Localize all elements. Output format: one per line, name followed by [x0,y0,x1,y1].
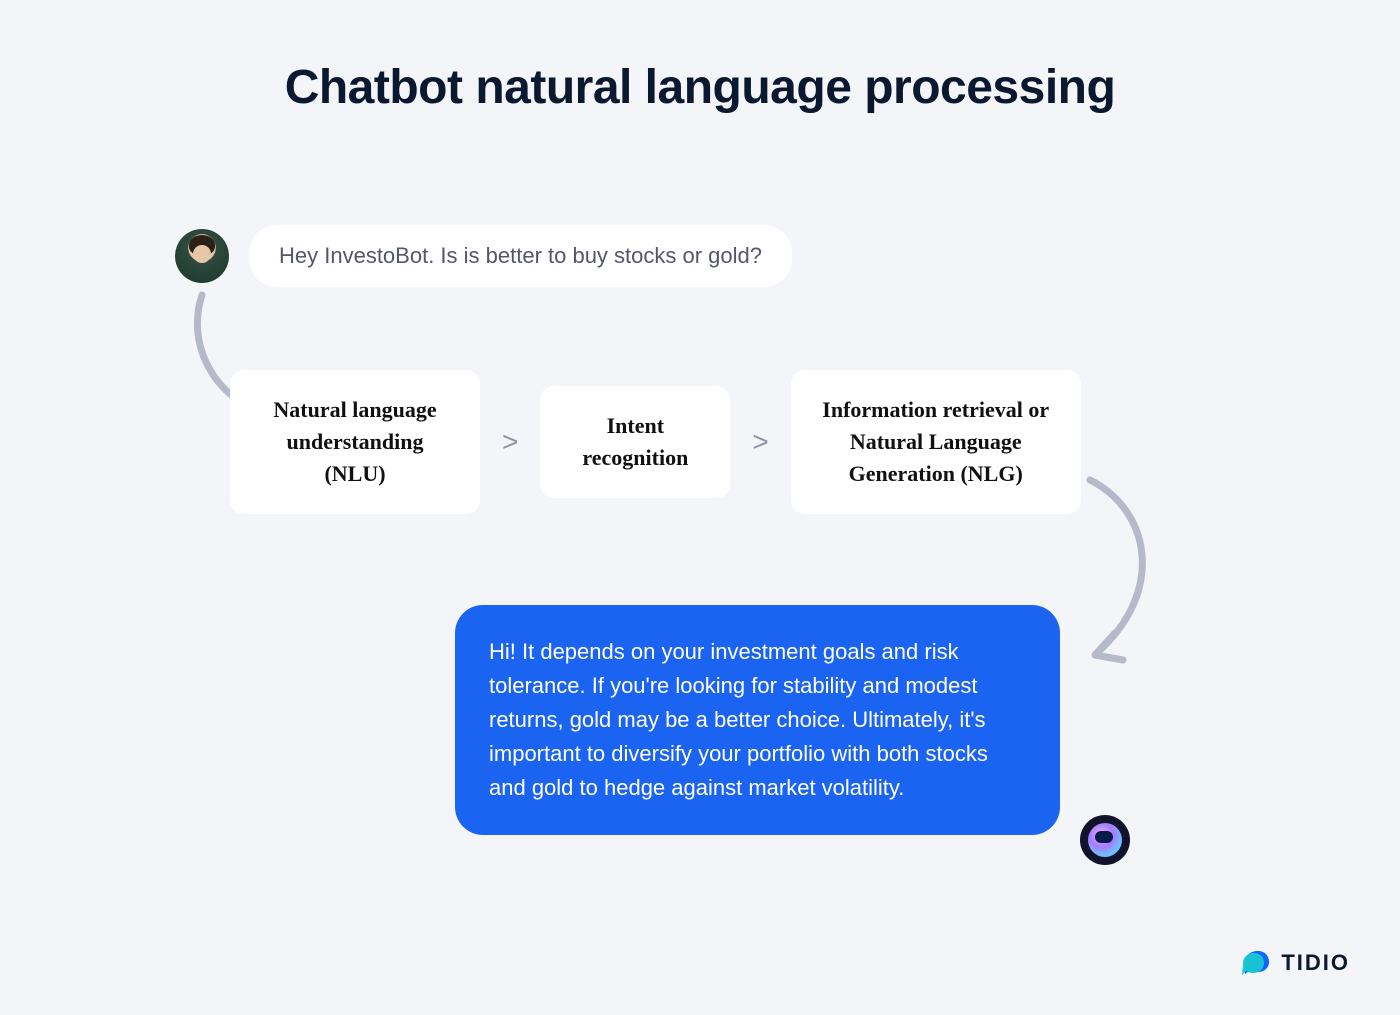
bot-avatar [1080,815,1130,865]
tidio-logo-icon [1241,948,1271,978]
user-message-row: Hey InvestoBot. Is is better to buy stoc… [175,225,792,287]
user-message-bubble: Hey InvestoBot. Is is better to buy stoc… [249,225,792,287]
step-nlu: Natural language understanding (NLU) [230,370,480,514]
brand-name: TIDIO [1281,950,1350,976]
step-nlg: Information retrieval or Natural Languag… [791,370,1081,514]
chevron-icon: > [498,426,522,458]
step-intent: Intent recognition [540,386,730,498]
diagram-canvas: Hey InvestoBot. Is is better to buy stoc… [0,115,1400,1015]
bot-message-bubble: Hi! It depends on your investment goals … [455,605,1060,835]
page-title: Chatbot natural language processing [0,0,1400,115]
chevron-icon: > [748,426,772,458]
user-avatar [175,229,229,283]
brand-logo: TIDIO [1241,948,1350,978]
nlp-steps-row: Natural language understanding (NLU) > I… [230,370,1081,514]
